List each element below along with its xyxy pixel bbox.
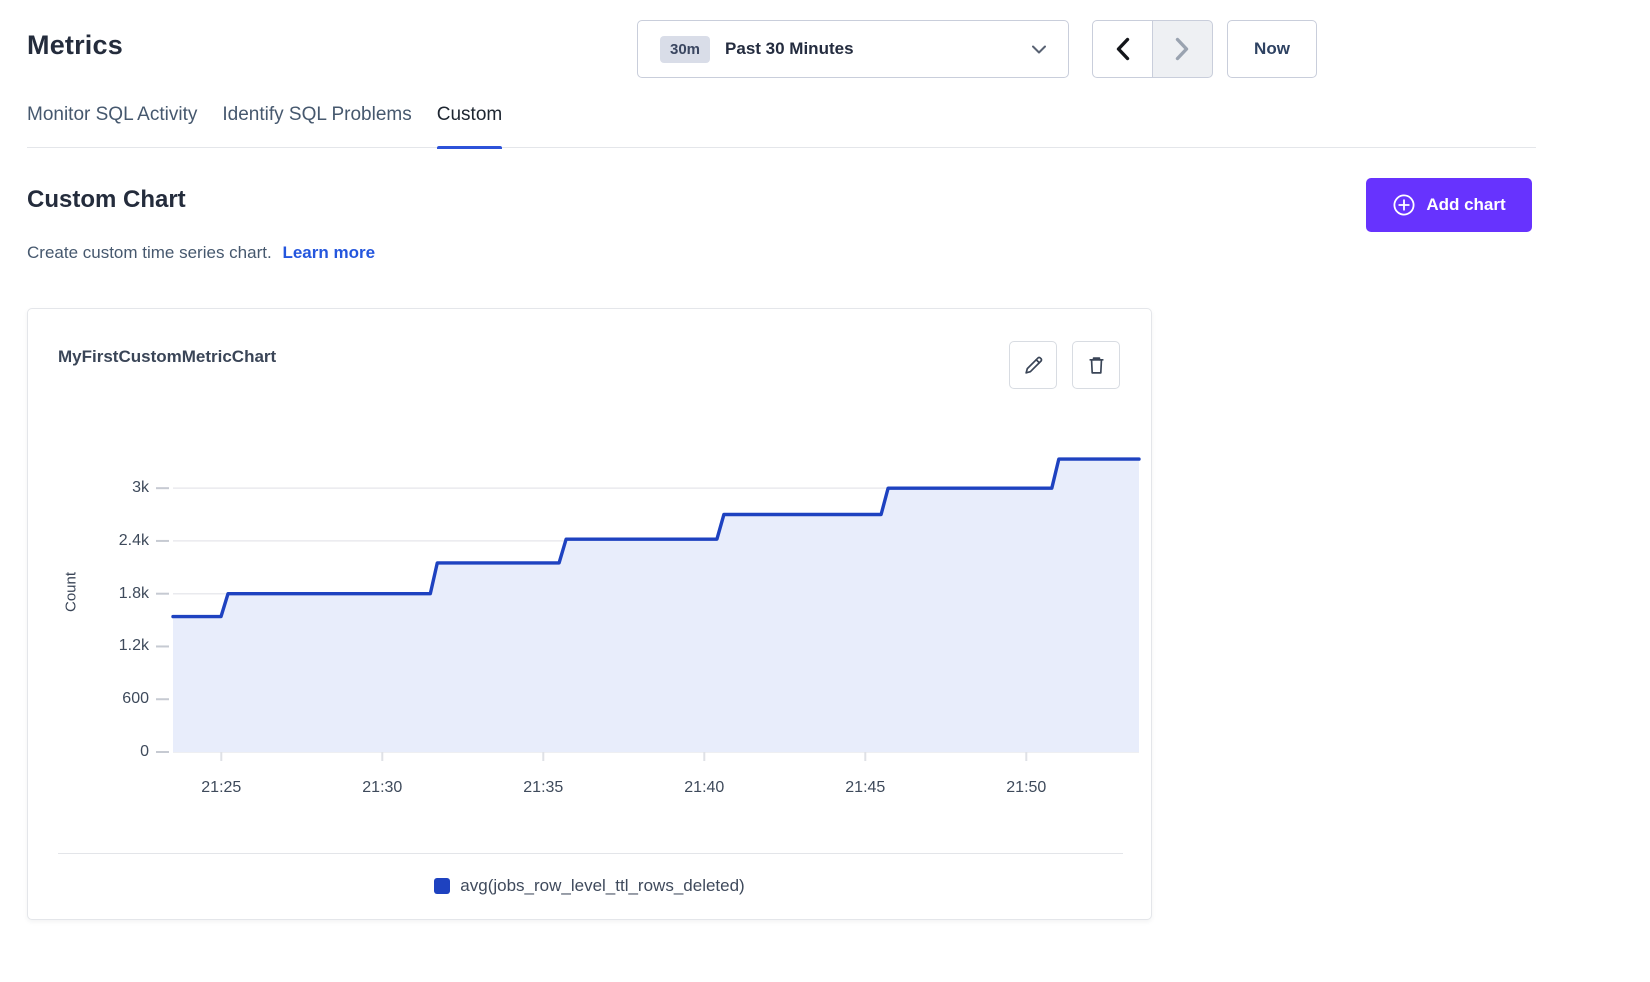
chevron-left-icon bbox=[1115, 37, 1130, 61]
legend-series-swatch bbox=[434, 878, 450, 894]
active-tab-underline bbox=[437, 146, 502, 149]
delete-chart-button[interactable] bbox=[1072, 341, 1120, 389]
y-axis-tick-label: 3k bbox=[132, 479, 149, 497]
chart-plot-area bbox=[173, 431, 1139, 752]
tab-monitor-sql-activity[interactable]: Monitor SQL Activity bbox=[27, 100, 197, 147]
chevron-down-icon bbox=[1032, 45, 1046, 54]
tab-custom[interactable]: Custom bbox=[437, 100, 502, 147]
section-title: Custom Chart bbox=[27, 186, 186, 214]
add-chart-button[interactable]: Add chart bbox=[1366, 178, 1532, 232]
tab-label: Identify SQL Problems bbox=[222, 104, 411, 125]
x-axis-tick-label: 21:35 bbox=[523, 779, 563, 797]
x-axis-ticks: 21:25 21:30 21:35 21:40 21:45 21:50 bbox=[173, 779, 1139, 803]
legend-series-label: avg(jobs_row_level_ttl_rows_deleted) bbox=[460, 876, 744, 896]
page-title: Metrics bbox=[27, 30, 123, 61]
section-subtitle-text: Create custom time series chart. bbox=[27, 243, 272, 262]
next-time-button[interactable] bbox=[1152, 20, 1213, 78]
x-axis-tick-label: 21:50 bbox=[1006, 779, 1046, 797]
chart-legend: avg(jobs_row_level_ttl_rows_deleted) bbox=[28, 869, 1151, 903]
chart-area-fill bbox=[173, 459, 1139, 752]
metrics-tabs: Monitor SQL Activity Identify SQL Proble… bbox=[27, 100, 1536, 148]
time-range-label: Past 30 Minutes bbox=[725, 39, 1032, 59]
trash-icon bbox=[1086, 355, 1107, 376]
x-axis-tick-label: 21:45 bbox=[845, 779, 885, 797]
x-axis-tick-label: 21:25 bbox=[201, 779, 241, 797]
x-axis-tick-label: 21:40 bbox=[684, 779, 724, 797]
chart-title: MyFirstCustomMetricChart bbox=[58, 347, 276, 367]
learn-more-link[interactable]: Learn more bbox=[282, 243, 375, 262]
chevron-right-icon bbox=[1175, 37, 1190, 61]
add-chart-label: Add chart bbox=[1426, 195, 1505, 215]
x-axis-tick-label: 21:30 bbox=[362, 779, 402, 797]
tab-identify-sql-problems[interactable]: Identify SQL Problems bbox=[222, 100, 411, 147]
custom-chart-card: MyFirstCustomMetricChart Count 06001.2k1… bbox=[27, 308, 1152, 920]
previous-time-button[interactable] bbox=[1092, 20, 1153, 78]
time-range-selector[interactable]: 30m Past 30 Minutes bbox=[637, 20, 1069, 78]
y-axis-ticks: 06001.2k1.8k2.4k3k bbox=[28, 431, 161, 752]
edit-chart-button[interactable] bbox=[1009, 341, 1057, 389]
pencil-icon bbox=[1023, 355, 1044, 376]
y-axis-tick-label: 1.2k bbox=[119, 637, 149, 655]
now-button[interactable]: Now bbox=[1227, 20, 1317, 78]
section-subtitle: Create custom time series chart. Learn m… bbox=[27, 243, 375, 263]
plus-circle-icon bbox=[1392, 193, 1416, 217]
tab-label: Custom bbox=[437, 104, 502, 125]
tab-label: Monitor SQL Activity bbox=[27, 104, 197, 125]
y-axis-tick-label: 1.8k bbox=[119, 585, 149, 603]
y-axis-tick-label: 0 bbox=[140, 743, 149, 761]
y-axis-tick-label: 2.4k bbox=[119, 532, 149, 550]
y-axis-tick-label: 600 bbox=[122, 690, 149, 708]
time-step-buttons bbox=[1092, 20, 1213, 78]
time-range-badge: 30m bbox=[660, 36, 710, 63]
legend-divider bbox=[58, 853, 1123, 854]
